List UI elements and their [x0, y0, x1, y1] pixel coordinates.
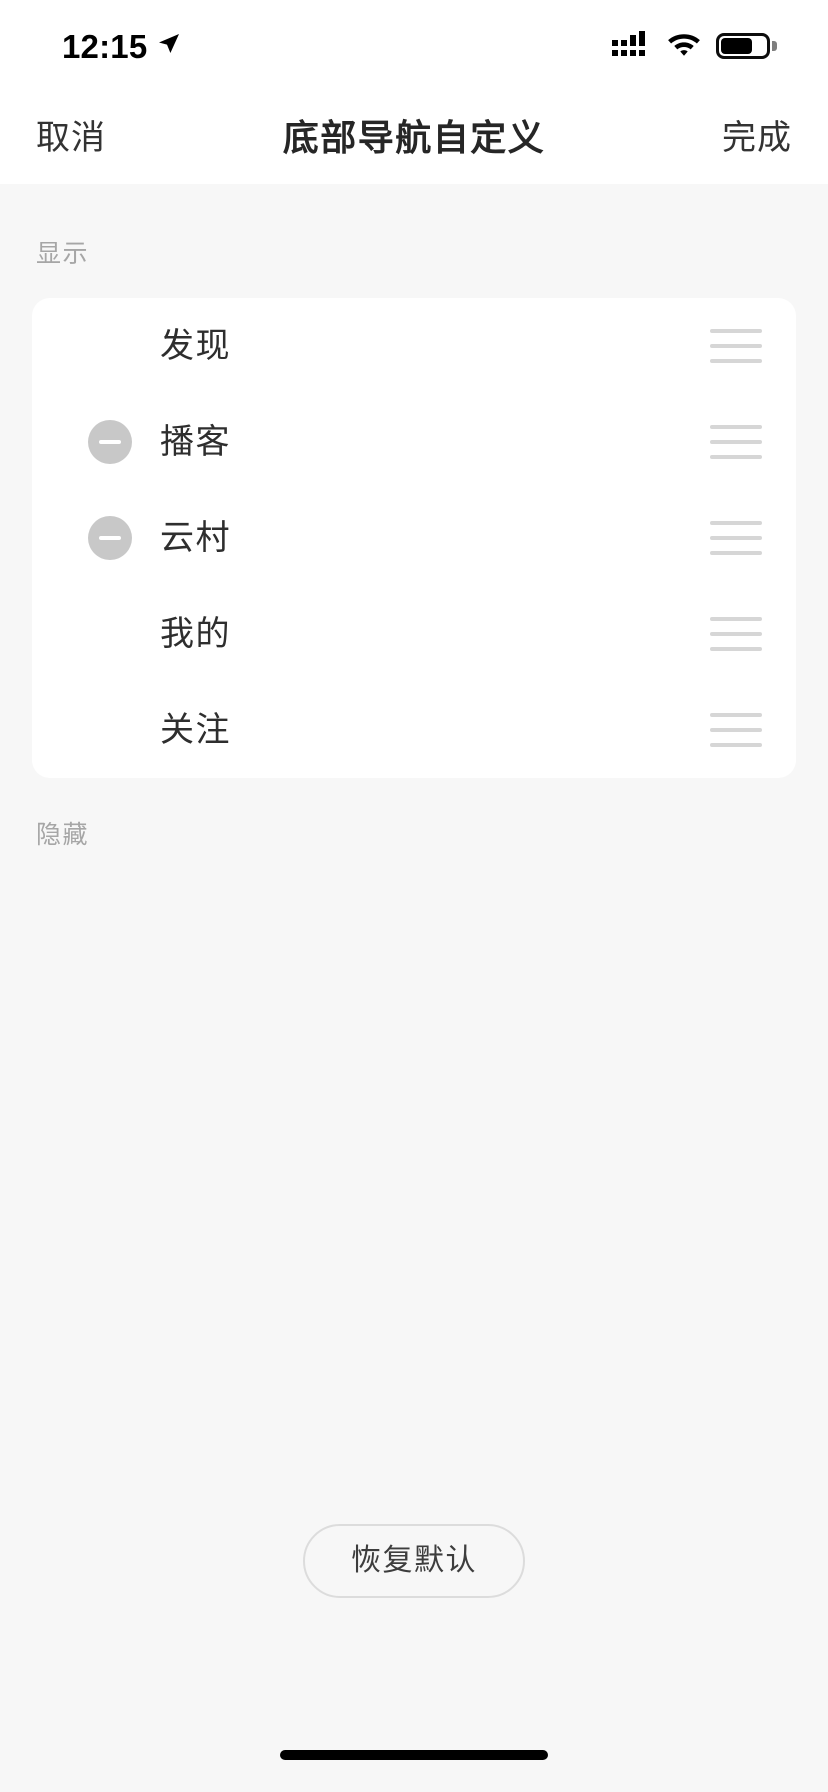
list-item-label: 我的 — [160, 615, 231, 653]
list-item[interactable]: 关注 — [32, 682, 796, 778]
drag-line — [710, 647, 762, 651]
location-arrow-icon — [157, 32, 181, 61]
list-item-label: 播客 — [160, 423, 231, 461]
minus-slot — [88, 516, 160, 560]
content-area: 显示 发现 播客 云村 我的 关注 隐藏 恢复默认 — [0, 184, 828, 1750]
list-item-label: 发现 — [160, 327, 231, 365]
home-indicator-area — [0, 1750, 828, 1792]
minus-slot — [88, 420, 160, 464]
home-indicator[interactable] — [280, 1750, 548, 1760]
list-item[interactable]: 播客 — [32, 394, 796, 490]
drag-line — [710, 743, 762, 747]
list-item[interactable]: 我的 — [32, 586, 796, 682]
status-bar-left: 12:15 — [62, 30, 181, 63]
status-bar: 12:15 — [0, 0, 828, 92]
shown-items-card: 发现 播客 云村 我的 关注 — [32, 298, 796, 778]
drag-handle-icon[interactable] — [710, 513, 762, 563]
restore-default-button[interactable]: 恢复默认 — [303, 1524, 525, 1598]
list-item-label: 关注 — [160, 711, 231, 749]
page-title: 底部导航自定义 — [282, 117, 546, 158]
battery-icon — [716, 33, 777, 59]
wifi-icon — [666, 30, 702, 62]
minus-circle-icon[interactable] — [88, 420, 132, 464]
restore-button-container: 恢复默认 — [0, 1524, 828, 1598]
drag-line — [710, 536, 762, 540]
drag-handle-icon[interactable] — [710, 417, 762, 467]
list-item-label: 云村 — [160, 519, 231, 557]
status-bar-clock: 12:15 — [62, 27, 148, 65]
drag-line — [710, 713, 762, 717]
drag-line — [710, 551, 762, 555]
drag-line — [710, 632, 762, 636]
minus-bar — [99, 440, 121, 444]
drag-handle-icon[interactable] — [710, 321, 762, 371]
drag-line — [710, 455, 762, 459]
hidden-section-label: 隐藏 — [36, 821, 90, 849]
drag-handle-icon[interactable] — [710, 609, 762, 659]
drag-line — [710, 617, 762, 621]
drag-line — [710, 359, 762, 363]
battery-cap — [772, 41, 777, 51]
navigation-bar: 取消 底部导航自定义 完成 — [0, 92, 828, 184]
phone-screen: 12:15 取消 底部导航自定义 完成 显示 发现 播客 云村 我的 关注 隐藏… — [0, 0, 828, 1792]
drag-line — [710, 344, 762, 348]
done-button[interactable]: 完成 — [718, 115, 796, 161]
cancel-button[interactable]: 取消 — [32, 115, 110, 161]
minus-bar — [99, 536, 121, 540]
minus-circle-icon[interactable] — [88, 516, 132, 560]
drag-line — [710, 728, 762, 732]
cellular-signal-icon — [612, 30, 652, 63]
list-item[interactable]: 发现 — [32, 298, 796, 394]
list-item[interactable]: 云村 — [32, 490, 796, 586]
drag-line — [710, 440, 762, 444]
status-bar-right — [612, 30, 777, 63]
shown-section-label: 显示 — [36, 240, 90, 268]
battery-fill — [721, 38, 753, 54]
drag-line — [710, 521, 762, 525]
drag-handle-icon[interactable] — [710, 705, 762, 755]
drag-line — [710, 425, 762, 429]
drag-line — [710, 329, 762, 333]
